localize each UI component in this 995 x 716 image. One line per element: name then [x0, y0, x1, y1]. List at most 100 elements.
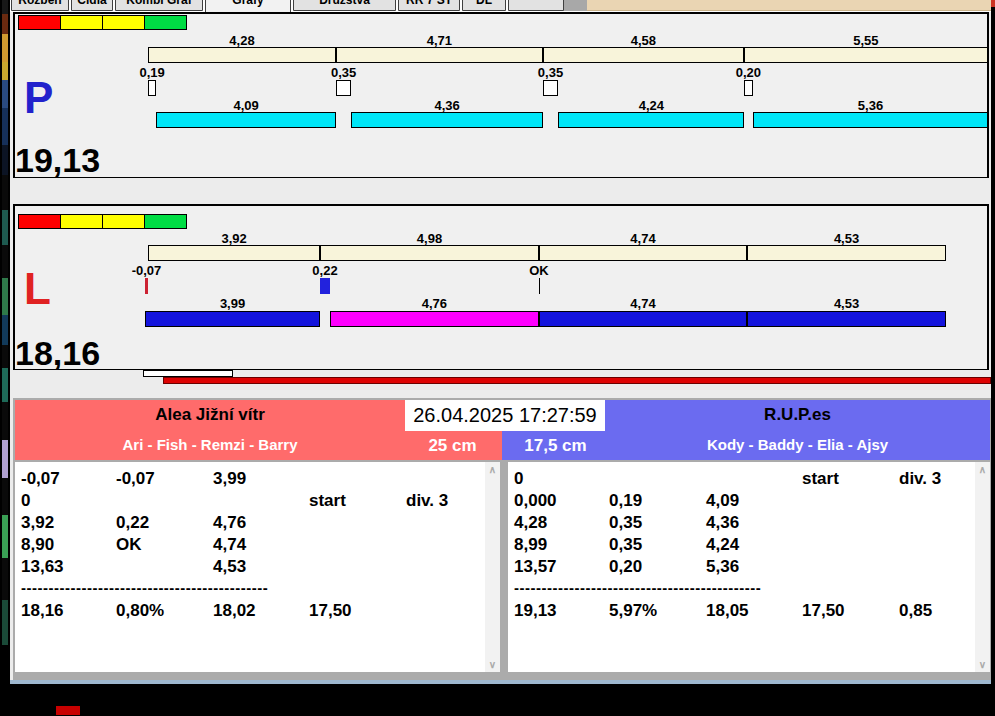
scroll-up-icon[interactable]: ∧: [975, 464, 990, 475]
table-cell: start: [309, 490, 346, 512]
table-row: 13,63 4,53: [15, 556, 500, 578]
desktop-color-segment: [2, 600, 8, 645]
table-row: 0 start div. 3: [508, 468, 990, 490]
desktop-color-segment: [2, 80, 8, 108]
table-cell: 0,000: [514, 490, 557, 512]
table-cell: 4,74: [213, 534, 246, 556]
team-right-name: R.U.P.es: [605, 405, 990, 425]
table-row: 0startdiv. 3: [15, 490, 500, 512]
leg-bar-segment: [558, 112, 744, 128]
leg-bar-segment: [539, 311, 747, 327]
transition-marker: [744, 80, 753, 96]
leg-time-label: 4,76: [394, 296, 474, 311]
table-cell: 13,63: [21, 556, 64, 578]
transition-marker: [336, 80, 351, 96]
tab-kombi-graf[interactable]: Kombi Graf: [115, 0, 203, 11]
team-left-name: Alea Jižní vítr: [15, 405, 405, 425]
leg-time-label: 5,36: [830, 98, 910, 113]
table-cell: div. 3: [899, 468, 941, 490]
split-time-label: 4,74: [603, 231, 683, 246]
totals-cell: 18,02: [213, 600, 256, 622]
table-cell: 0,22: [116, 512, 149, 534]
tab-empty[interactable]: [508, 0, 564, 11]
leg-time-label: 4,53: [807, 296, 887, 311]
scroll-up-icon[interactable]: ∧: [485, 464, 500, 475]
split-bar-tick: [538, 245, 540, 261]
totals-cell: 18,05: [706, 600, 749, 622]
totals-cell: 18,16: [21, 600, 64, 622]
taskbar: [0, 684, 995, 716]
legend-box: [60, 214, 103, 229]
split-time-label: 5,55: [826, 33, 906, 48]
split-time-label: 4,53: [807, 231, 887, 246]
totals-row: 18,160,80%18,0217,50: [15, 600, 500, 622]
split-bar-tick: [319, 245, 321, 261]
leg-time-label: 3,99: [193, 296, 273, 311]
desktop-color-segment: [2, 145, 8, 175]
desktop-color-segment: [2, 558, 8, 600]
desktop-color-segment: [2, 175, 8, 210]
tab-cidla[interactable]: Cidla: [71, 0, 113, 11]
table-cell: 0,20: [609, 556, 642, 578]
legend-box: [60, 15, 103, 30]
screen: RozběhCidlaKombi GrafGrafyDružstvaRR 7 S…: [0, 0, 995, 716]
tab-rr-7-st[interactable]: RR 7 ST: [398, 0, 460, 11]
scroll-down-icon[interactable]: ∨: [975, 659, 990, 670]
tab-rozb-h[interactable]: Rozběh: [11, 0, 69, 11]
legend-box: [102, 15, 145, 30]
lane-letter: L: [24, 267, 51, 311]
progress-bar-white: [143, 370, 233, 377]
transition-marker: [320, 278, 330, 294]
legend-box: [102, 214, 145, 229]
desktop-edge-strip: [0, 0, 10, 716]
tab-dru-stva[interactable]: Družstva: [293, 0, 396, 11]
split-time-label: 3,92: [194, 231, 274, 246]
table-cell: 0: [514, 468, 523, 490]
desktop-color-segment: [2, 402, 8, 440]
transition-label: -0,07: [106, 263, 186, 278]
table-row: 4,280,354,36: [508, 512, 990, 534]
scrollbar[interactable]: ∧∨: [485, 462, 500, 672]
transition-marker-line: [539, 278, 540, 294]
table-row: 0,0000,194,09: [508, 490, 990, 512]
transition-marker: [145, 278, 148, 294]
split-time-label: 4,58: [603, 33, 683, 48]
table-cell: 4,24: [706, 534, 739, 556]
split-bar: [148, 47, 988, 63]
desktop-color-segment: [2, 62, 8, 80]
team-left-members: Ari - Fish - Remzi - Barry: [15, 436, 405, 453]
team-right-members: Kody - Baddy - Elia - Ajsy: [605, 436, 990, 453]
totals-cell: 17,50: [802, 600, 845, 622]
table-cell: 13,57: [514, 556, 557, 578]
table-cell: 4,28: [514, 512, 547, 534]
scroll-down-icon[interactable]: ∨: [485, 659, 500, 670]
desktop-color-segment: [2, 245, 8, 278]
transition-label: 0,22: [285, 263, 365, 278]
desktop-color-segment: [2, 368, 8, 402]
desktop-color-segment: [2, 440, 8, 478]
totals-cell: 0,85: [899, 600, 932, 622]
table-cell: 8,90: [21, 534, 54, 556]
scrollbar[interactable]: ∧∨: [975, 462, 990, 672]
table-cell: div. 3: [406, 490, 448, 512]
table-cell: -0,07: [116, 468, 155, 490]
leg-bar-segment: [156, 112, 336, 128]
split-bar-tick: [542, 47, 544, 63]
table-cell: 4,53: [213, 556, 246, 578]
titlebar-tan-strip: [587, 0, 991, 11]
table-cell: 0,35: [609, 512, 642, 534]
table-cell: start: [802, 468, 839, 490]
table-cell: 0,19: [609, 490, 642, 512]
table-cell: 4,76: [213, 512, 246, 534]
totals-row: 19,135,97%18,0517,500,85: [508, 600, 990, 622]
legend-box: [18, 214, 61, 229]
tab-bar: RozběhCidlaKombi GrafGrafyDružstvaRR 7 S…: [10, 0, 991, 12]
legend-box: [144, 15, 187, 30]
datetime-display: 26.04.2025 17:27:59: [405, 400, 605, 431]
leg-time-label: 4,09: [206, 98, 286, 113]
leg-time-label: 4,24: [611, 98, 691, 113]
tab-grafy[interactable]: Grafy: [205, 0, 291, 12]
table-cell: 0,35: [609, 534, 642, 556]
tab-dl[interactable]: DL: [462, 0, 506, 11]
table-row: 8,990,354,24: [508, 534, 990, 556]
